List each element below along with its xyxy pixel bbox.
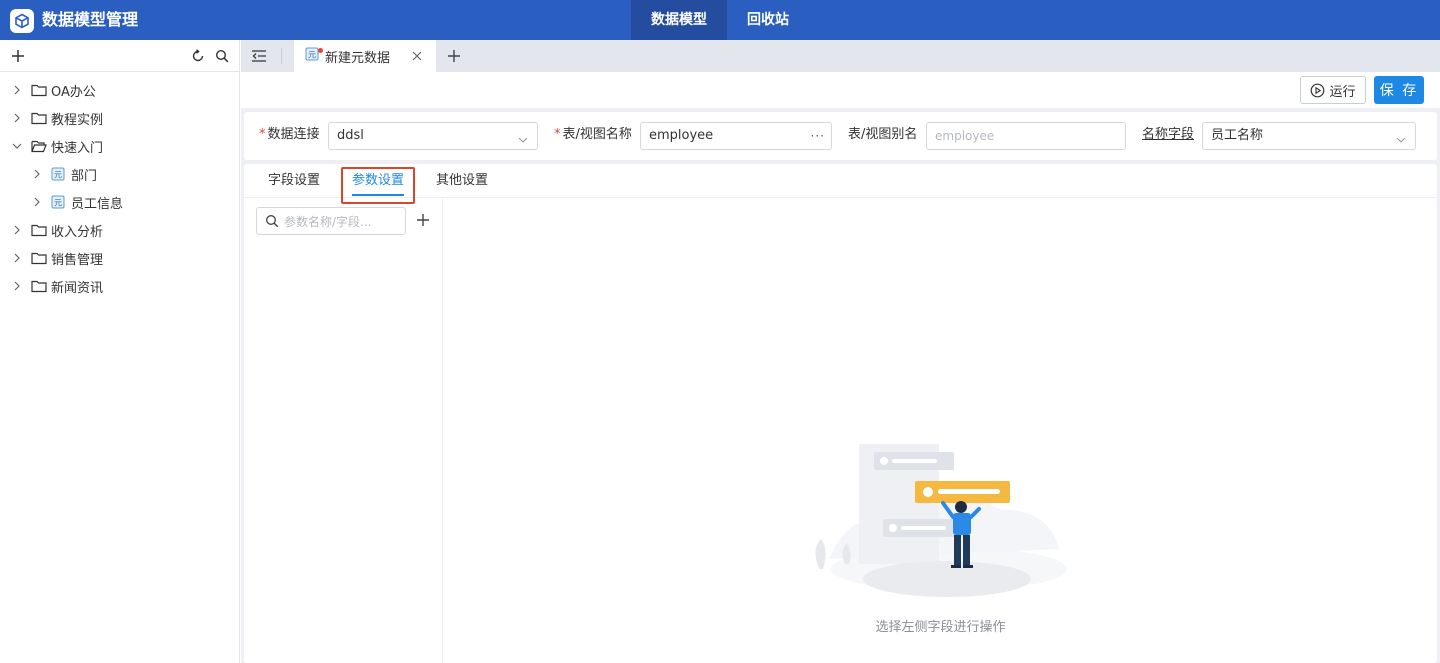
name-field-label[interactable]: 名称字段 xyxy=(1142,125,1194,145)
nav-tab-recycle-bin[interactable]: 回收站 xyxy=(727,0,809,40)
settings-tabs: 字段设置 参数设置 其他设置 xyxy=(244,164,1437,204)
param-list-panel: 参数名称/字段... xyxy=(244,199,443,663)
chevron-right-icon[interactable] xyxy=(31,168,43,180)
tree-item-label: 部门 xyxy=(71,168,98,184)
tree-item-label: 新闻资讯 xyxy=(51,280,104,296)
nav-tab-data-model[interactable]: 数据模型 xyxy=(631,0,727,40)
search-icon[interactable] xyxy=(212,46,232,66)
model-tree: OA办公 教程实例 快速入门 元 部门 元 员工信息 收入分析 销售管理 新闻资… xyxy=(0,76,239,300)
chevron-right-icon[interactable] xyxy=(31,196,43,208)
tree-item-label: 销售管理 xyxy=(51,252,104,268)
model-file-icon: 元 xyxy=(51,167,67,181)
model-file-icon: 元 xyxy=(51,195,67,209)
tree-item-label: 收入分析 xyxy=(51,224,104,240)
add-icon[interactable] xyxy=(8,46,28,66)
chevron-right-icon[interactable] xyxy=(11,112,23,124)
refresh-icon[interactable] xyxy=(188,46,208,66)
svg-text:元: 元 xyxy=(54,199,62,208)
app-header: 数据模型管理 数据模型 回收站 xyxy=(0,0,1440,40)
app-title: 数据模型管理 xyxy=(42,10,139,29)
chevron-right-icon[interactable] xyxy=(11,280,23,292)
tree-item-oa[interactable]: OA办公 xyxy=(0,76,239,104)
chevron-right-icon[interactable] xyxy=(11,224,23,236)
table-input[interactable]: employee ··· xyxy=(640,122,832,150)
tab-other-settings[interactable]: 其他设置 xyxy=(436,172,488,190)
active-tab-indicator xyxy=(352,194,404,196)
folder-open-icon xyxy=(31,139,47,153)
alias-input[interactable]: employee xyxy=(926,122,1126,150)
folder-icon xyxy=(31,111,47,125)
connection-label: * 数据连接 xyxy=(259,127,320,142)
sidebar: OA办公 教程实例 快速入门 元 部门 元 员工信息 收入分析 销售管理 新闻资… xyxy=(0,40,240,663)
tab-field-settings[interactable]: 字段设置 xyxy=(268,172,320,190)
chevron-down-icon xyxy=(517,130,529,143)
add-tab-icon[interactable] xyxy=(444,46,464,66)
chevron-right-icon[interactable] xyxy=(11,252,23,264)
action-bar: 运行 保 存 xyxy=(241,72,1440,108)
svg-text:元: 元 xyxy=(308,51,316,60)
param-search-input[interactable]: 参数名称/字段... xyxy=(256,207,406,235)
tab-bar: 元 新建元数据 xyxy=(241,40,1440,72)
settings-panel: 字段设置 参数设置 其他设置 参数名称/字段... 选择左侧字段进行操作 xyxy=(244,164,1437,663)
tree-item-employee-info[interactable]: 元 员工信息 xyxy=(0,188,239,216)
tree-item-label: 教程实例 xyxy=(51,112,104,128)
collapse-sidebar-icon[interactable] xyxy=(249,46,269,66)
source-form: * 数据连接 ddsl * 表/视图名称 employee ··· 表/视图别名 e… xyxy=(244,112,1437,160)
connection-select[interactable]: ddsl xyxy=(328,122,538,150)
chevron-down-icon xyxy=(1395,130,1407,143)
name-field-select[interactable]: 员工名称 xyxy=(1202,122,1416,150)
tree-item-tutorial[interactable]: 教程实例 xyxy=(0,104,239,132)
svg-text:元: 元 xyxy=(54,171,62,180)
tree-item-label: 快速入门 xyxy=(51,140,104,156)
tree-item-quickstart[interactable]: 快速入门 xyxy=(0,132,239,160)
workspace: 元 新建元数据 运行 保 存 * 数据连接 ddsl * 表/视图名称 employ… xyxy=(241,40,1440,663)
folder-icon xyxy=(31,251,47,265)
search-placeholder: 参数名称/字段... xyxy=(284,214,372,229)
tab-separator xyxy=(281,48,282,64)
more-icon[interactable]: ··· xyxy=(811,123,825,149)
tree-item-label: 员工信息 xyxy=(71,196,124,212)
search-icon xyxy=(265,214,279,228)
folder-icon xyxy=(31,223,47,237)
folder-icon xyxy=(31,83,47,97)
unsaved-dot-icon xyxy=(318,48,323,53)
run-label: 运行 xyxy=(1329,84,1356,100)
save-button[interactable]: 保 存 xyxy=(1374,76,1424,104)
close-icon[interactable] xyxy=(410,49,424,63)
chevron-down-icon[interactable] xyxy=(11,140,23,152)
empty-state: 选择左侧字段进行操作 xyxy=(444,199,1437,663)
app-logo-icon xyxy=(10,9,34,33)
tree-item-sales[interactable]: 销售管理 xyxy=(0,244,239,272)
add-param-icon[interactable] xyxy=(414,211,432,229)
tree-item-department[interactable]: 元 部门 xyxy=(0,160,239,188)
run-button[interactable]: 运行 xyxy=(1300,76,1366,104)
model-file-icon: 元 xyxy=(305,47,319,65)
table-label: * 表/视图名称 xyxy=(554,127,632,142)
sidebar-toolbar xyxy=(0,40,239,72)
alias-label: 表/视图别名 xyxy=(848,127,918,142)
tab-label: 新建元数据 xyxy=(325,50,391,66)
tree-item-news[interactable]: 新闻资讯 xyxy=(0,272,239,300)
tab-param-settings[interactable]: 参数设置 xyxy=(352,172,404,190)
chevron-right-icon[interactable] xyxy=(11,84,23,96)
empty-illustration xyxy=(809,439,1069,603)
play-icon xyxy=(1310,83,1325,98)
tree-item-label: OA办公 xyxy=(51,84,96,100)
tab-new-metadata[interactable]: 元 新建元数据 xyxy=(294,40,436,72)
tree-item-income[interactable]: 收入分析 xyxy=(0,216,239,244)
empty-message: 选择左侧字段进行操作 xyxy=(875,620,1006,635)
folder-icon xyxy=(31,279,47,293)
